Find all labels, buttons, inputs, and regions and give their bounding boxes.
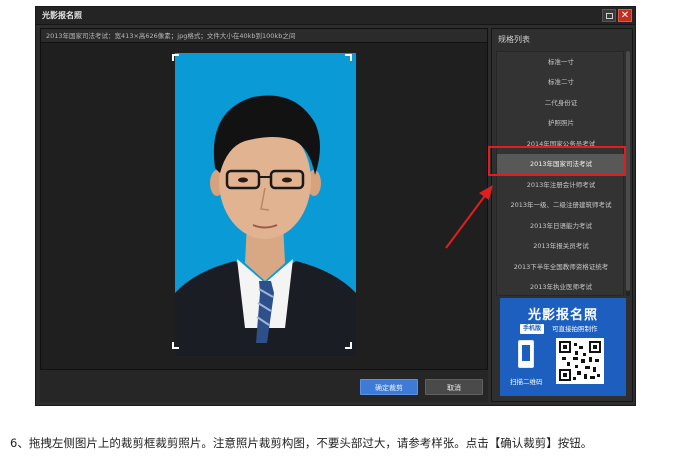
spec-item[interactable]: 二代身份证 <box>497 93 625 113</box>
phone-screen <box>522 345 530 361</box>
spec-panel-header: 规格列表 <box>498 35 530 44</box>
ad-badge: 手机版 <box>520 324 545 334</box>
spec-item[interactable]: 标准一寸 <box>497 52 625 72</box>
editor-panel: 2013年国家司法考试：宽413×高626像素；jpg格式；文件大小在40kb到… <box>40 28 488 402</box>
ad-subtitle: 可直接拍照制作 <box>552 325 598 333</box>
spec-panel: 规格列表 标准一寸 标准二寸 二代身份证 护照照片 2014年国家公务员考试 2… <box>491 28 633 402</box>
spec-list-scrollbar[interactable] <box>626 51 630 296</box>
spec-item[interactable]: 2013年注册会计师考试 <box>497 175 625 195</box>
id-photo[interactable] <box>175 53 356 356</box>
action-bar: 确定裁剪 取消 <box>40 369 488 402</box>
maximize-icon <box>605 12 613 19</box>
title-bar[interactable]: 光影报名照 ✕ <box>36 7 635 25</box>
spec-item[interactable]: 2013年日语能力考试 <box>497 216 625 236</box>
cancel-button[interactable]: 取消 <box>425 379 483 395</box>
photo-canvas[interactable] <box>41 44 487 369</box>
ad-scan-label: 扫描二维码 <box>510 378 543 386</box>
window-title: 光影报名照 <box>42 11 82 20</box>
close-icon: ✕ <box>620 9 630 21</box>
tutorial-caption: 6、拖拽左侧图片上的裁剪框裁剪照片。注意照片裁剪构图，不要头部过大，请参考样张。… <box>10 436 593 450</box>
spec-item[interactable]: 2013下半年全国教师资格证统考 <box>497 257 625 277</box>
maximize-button[interactable] <box>602 9 616 22</box>
spec-list: 标准一寸 标准二寸 二代身份证 护照照片 2014年国家公务员考试 2013年国… <box>496 51 625 297</box>
spec-info-bar: 2013年国家司法考试：宽413×高626像素；jpg格式；文件大小在40kb到… <box>41 29 487 43</box>
spec-item[interactable]: 2013年报关员考试 <box>497 236 625 256</box>
scroll-thumb[interactable] <box>626 51 630 291</box>
mobile-app-ad[interactable]: 光影报名照 手机版 可直接拍照制作 扫描二维码 <box>500 298 626 396</box>
ad-title: 光影报名照 <box>527 308 598 323</box>
spec-item[interactable]: 标准二寸 <box>497 72 625 92</box>
spec-item[interactable]: 2013年执业医师考试 <box>497 277 625 297</box>
spec-item[interactable]: 2014年国家公务员考试 <box>497 134 625 154</box>
confirm-crop-button[interactable]: 确定裁剪 <box>360 379 418 395</box>
phone-icon <box>518 340 534 368</box>
spec-item[interactable]: 护照照片 <box>497 113 625 133</box>
spec-item-selected[interactable]: 2013年国家司法考试 <box>497 154 625 174</box>
spec-item[interactable]: 2013年一级、二级注册建筑师考试 <box>497 195 625 215</box>
app-window: 光影报名照 ✕ 2013年国家司法考试：宽413×高626像素；jpg格式；文件… <box>35 6 636 406</box>
qr-code-icon <box>556 338 604 384</box>
close-button[interactable]: ✕ <box>618 9 632 22</box>
